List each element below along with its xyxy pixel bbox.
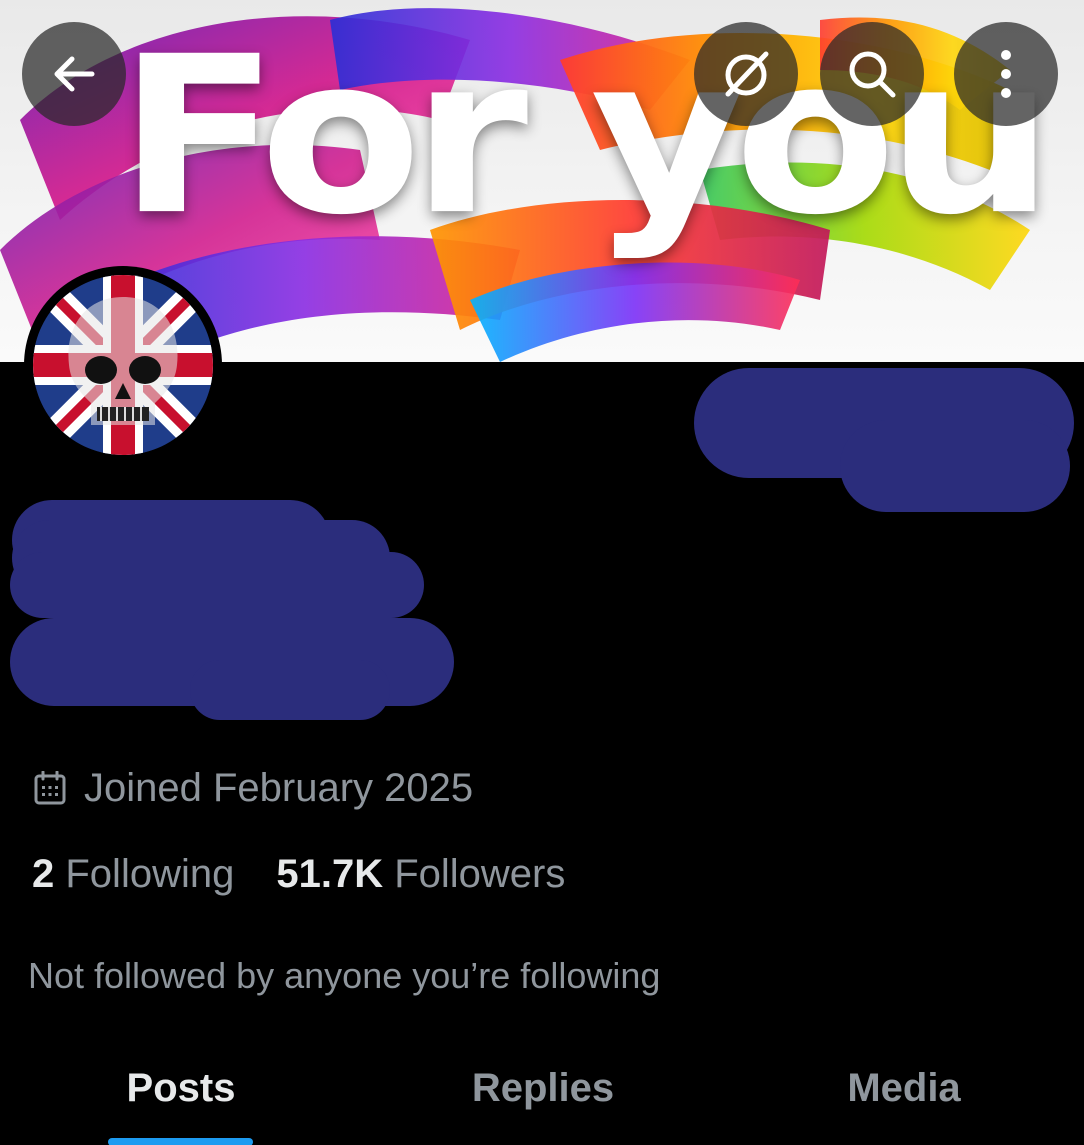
- profile-page: For you Joined February 2025 2 Following…: [0, 0, 1084, 1145]
- following-count: 2: [32, 851, 55, 896]
- following-label: Following: [65, 851, 235, 896]
- search-button[interactable]: [820, 22, 924, 126]
- grok-button[interactable]: [694, 22, 798, 126]
- redacted-bio-part: [190, 660, 390, 720]
- redacted-follow-button-part: [840, 420, 1070, 512]
- grok-icon: [725, 51, 769, 97]
- redacted-handle: [10, 552, 424, 618]
- tab-label: Media: [847, 1066, 961, 1110]
- mutual-followers-text: Not followed by anyone you’re following: [28, 955, 661, 996]
- avatar[interactable]: [24, 266, 222, 464]
- tab-label: Posts: [126, 1066, 236, 1110]
- back-button[interactable]: [22, 22, 126, 126]
- search-icon: [849, 51, 896, 98]
- followers-link[interactable]: 51.7K Followers: [276, 852, 565, 897]
- follow-stats-row: 2 Following 51.7K Followers: [32, 846, 565, 902]
- union-jack-skull-avatar: [33, 275, 213, 455]
- tab-replies[interactable]: Replies: [362, 1040, 724, 1145]
- more-options-button[interactable]: [954, 22, 1058, 126]
- joined-date-row: Joined February 2025: [34, 760, 473, 816]
- more-vertical-icon: [1001, 50, 1011, 98]
- following-link[interactable]: 2 Following: [32, 852, 234, 897]
- tab-posts[interactable]: Posts: [0, 1040, 362, 1145]
- tab-media[interactable]: Media: [724, 1040, 1084, 1145]
- followers-label: Followers: [394, 851, 566, 896]
- active-tab-indicator: [108, 1138, 253, 1145]
- tab-label: Replies: [471, 1066, 615, 1110]
- calendar-icon: [34, 771, 66, 805]
- joined-date-text: Joined February 2025: [84, 765, 474, 810]
- profile-tabs: Posts Replies Media: [0, 1040, 1084, 1145]
- arrow-left-icon: [54, 56, 95, 92]
- followers-count: 51.7K: [276, 851, 384, 896]
